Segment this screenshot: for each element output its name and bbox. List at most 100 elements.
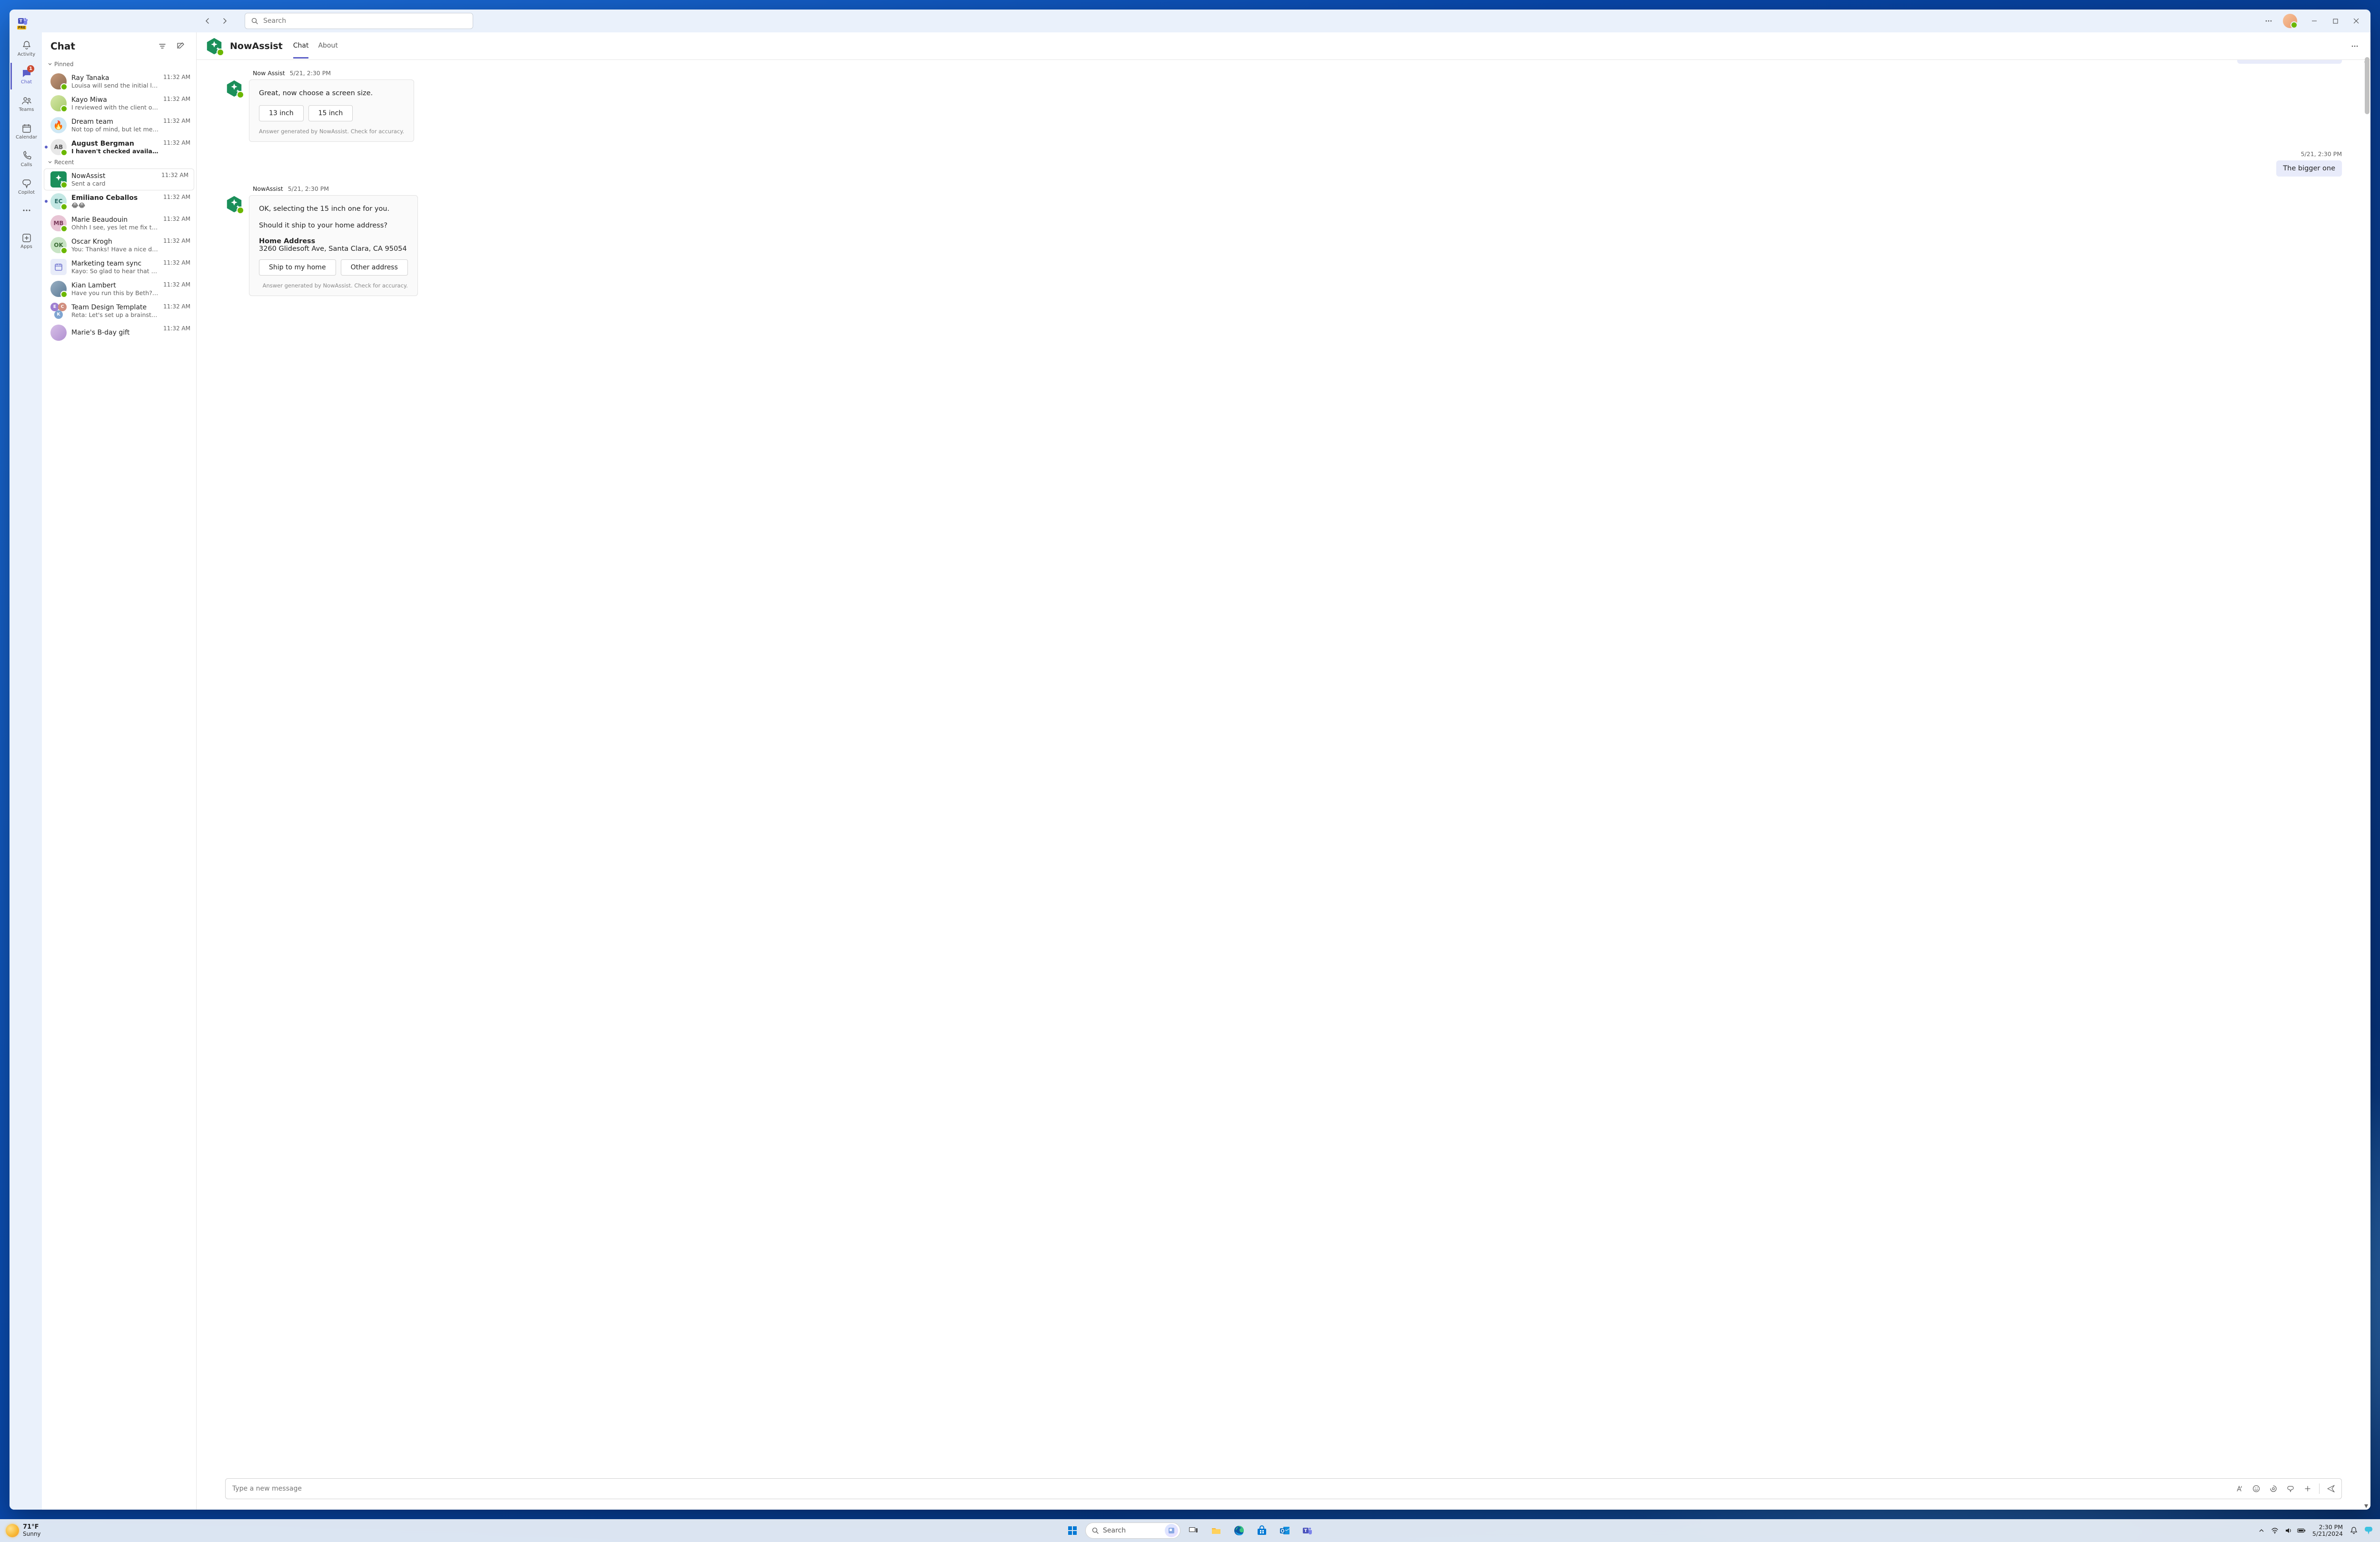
- ellipsis-icon: [21, 205, 32, 216]
- emoji-button[interactable]: [2249, 1481, 2264, 1496]
- copilot-icon: [21, 178, 32, 189]
- messages-scroll[interactable]: Now Assist5/21, 2:30 PM Great, now choos…: [197, 60, 2370, 1478]
- chat-row[interactable]: ECEmiliano Ceballos😂😂11:32 AM: [42, 190, 196, 212]
- windows-taskbar: 71°F Sunny Search T 2:30 PM 5/21/2024: [0, 1519, 2380, 1542]
- taskbar-search[interactable]: Search: [1085, 1522, 1180, 1539]
- current-user-avatar[interactable]: [2283, 14, 2297, 28]
- chat-list[interactable]: Pinned Ray TanakaLouisa will send the in…: [42, 60, 196, 1510]
- chat-time: 11:32 AM: [161, 172, 188, 178]
- chat-row[interactable]: MBMarie BeaudouinOhhh I see, yes let me …: [42, 212, 196, 234]
- chat-avatar: MB: [50, 215, 67, 231]
- outlook-button[interactable]: [1275, 1521, 1295, 1541]
- search-box[interactable]: [245, 13, 473, 29]
- self-time: 5/21, 2:30 PM: [2301, 150, 2342, 158]
- msg2-time: 5/21, 2:30 PM: [288, 185, 329, 192]
- chat-row[interactable]: ECKTeam Design TemplateReta: Let's set u…: [42, 300, 196, 322]
- chat-avatar: [50, 325, 67, 341]
- unread-dot: [45, 200, 48, 203]
- chat-name: Marie Beaudouin: [71, 216, 159, 224]
- rail-calendar[interactable]: Calendar: [10, 118, 41, 145]
- self-bubble: The bigger one: [2276, 160, 2342, 177]
- loop-button[interactable]: [2266, 1481, 2281, 1496]
- composer-input[interactable]: [232, 1485, 2231, 1493]
- tray-overflow-icon[interactable]: [2257, 1526, 2266, 1535]
- self-message: 5/21, 2:30 PM The bigger one: [225, 150, 2342, 177]
- notifications-icon[interactable]: [2350, 1526, 2358, 1535]
- rail-teams[interactable]: Teams: [10, 90, 41, 117]
- weather-temp: 71°F: [23, 1524, 41, 1531]
- rail-chat[interactable]: 1 Chat: [10, 63, 41, 89]
- chat-avatar: AB: [50, 139, 67, 155]
- file-explorer-button[interactable]: [1206, 1521, 1226, 1541]
- svg-text:T: T: [1304, 1529, 1308, 1533]
- chat-row[interactable]: 🔥Dream teamNot top of mind, but let me c…: [42, 114, 196, 136]
- task-view-button[interactable]: [1183, 1521, 1203, 1541]
- rail-more[interactable]: [10, 201, 41, 220]
- back-button[interactable]: [200, 13, 215, 29]
- rail-apps[interactable]: Apps: [10, 227, 41, 254]
- edge-button[interactable]: [1229, 1521, 1249, 1541]
- clock-date: 5/21/2024: [2312, 1531, 2343, 1537]
- section-recent[interactable]: Recent: [42, 158, 196, 168]
- weather-widget[interactable]: 71°F Sunny: [6, 1524, 41, 1537]
- volume-icon[interactable]: [2284, 1526, 2292, 1535]
- chat-avatar: ECK: [50, 303, 67, 319]
- window-close-button[interactable]: [2346, 10, 2367, 32]
- tab-chat[interactable]: Chat: [293, 33, 309, 59]
- format-button[interactable]: [2231, 1481, 2247, 1496]
- tab-about[interactable]: About: [318, 33, 337, 59]
- wifi-icon[interactable]: [2271, 1526, 2279, 1535]
- filter-button[interactable]: [155, 39, 169, 53]
- chat-row[interactable]: Kian LambertHave you run this by Beth? M…: [42, 278, 196, 300]
- rail-calls[interactable]: Calls: [10, 146, 41, 172]
- battery-icon[interactable]: [2297, 1526, 2306, 1535]
- conversation-more-button[interactable]: [2348, 39, 2362, 53]
- copilot-compose-button[interactable]: [2283, 1481, 2298, 1496]
- chat-row[interactable]: Kayo MiwaI reviewed with the client on T…: [42, 92, 196, 114]
- rail-calls-label: Calls: [21, 162, 32, 168]
- card-shipping: OK, selecting the 15 inch one for you. S…: [249, 195, 418, 296]
- chat-name: Ray Tanaka: [71, 74, 159, 82]
- chat-avatar: [50, 73, 67, 89]
- rail-copilot-label: Copilot: [18, 190, 35, 195]
- chat-row[interactable]: OKOscar KroghYou: Thanks! Have a nice da…: [42, 234, 196, 256]
- rail-activity[interactable]: Activity: [10, 35, 41, 62]
- chat-list-title: Chat: [50, 40, 151, 52]
- taskbar-search-label: Search: [1103, 1527, 1126, 1534]
- window-maximize-button[interactable]: [2325, 10, 2346, 32]
- chat-row[interactable]: Marie's B-day gift11:32 AM: [42, 322, 196, 344]
- scroll-down-arrow[interactable]: ▾: [2363, 1502, 2370, 1509]
- chat-row[interactable]: Ray TanakaLouisa will send the initial l…: [42, 70, 196, 92]
- window-minimize-button[interactable]: [2304, 10, 2325, 32]
- chat-preview: Reta: Let's set up a brainstormi…: [71, 311, 159, 318]
- btn-other-address[interactable]: Other address: [341, 259, 408, 276]
- composer-box[interactable]: [225, 1478, 2342, 1499]
- chat-time: 11:32 AM: [163, 74, 190, 80]
- msg1-sender: Now Assist: [253, 69, 285, 77]
- clock[interactable]: 2:30 PM 5/21/2024: [2312, 1524, 2343, 1537]
- section-pinned[interactable]: Pinned: [42, 60, 196, 70]
- rail-copilot[interactable]: Copilot: [10, 173, 41, 200]
- teams-taskbar-button[interactable]: T: [1298, 1521, 1318, 1541]
- copilot-taskbar-icon[interactable]: [2363, 1525, 2374, 1536]
- chat-avatar: [50, 95, 67, 111]
- store-button[interactable]: [1252, 1521, 1272, 1541]
- chat-name: Dream team: [71, 118, 159, 126]
- search-input[interactable]: [263, 17, 467, 25]
- scrollbar-thumb[interactable]: [2365, 57, 2370, 114]
- chat-row[interactable]: NowAssistSent a card11:32 AM: [44, 168, 194, 190]
- phone-icon: [21, 150, 32, 162]
- new-chat-button[interactable]: [173, 39, 188, 53]
- start-button[interactable]: [1062, 1521, 1082, 1541]
- btn-13-inch[interactable]: 13 inch: [259, 105, 304, 121]
- btn-ship-home[interactable]: Ship to my home: [259, 259, 336, 276]
- add-button[interactable]: [2300, 1481, 2315, 1496]
- forward-button[interactable]: [217, 13, 232, 29]
- section-recent-label: Recent: [54, 159, 74, 166]
- chat-preview: You: Thanks! Have a nice day, I…: [71, 246, 159, 253]
- btn-15-inch[interactable]: 15 inch: [308, 105, 353, 121]
- chat-row[interactable]: ABAugust BergmanI haven't checked availa…: [42, 136, 196, 158]
- app-more-button[interactable]: [2261, 13, 2276, 29]
- send-button[interactable]: [2323, 1481, 2339, 1496]
- chat-row[interactable]: Marketing team syncKayo: So glad to hear…: [42, 256, 196, 278]
